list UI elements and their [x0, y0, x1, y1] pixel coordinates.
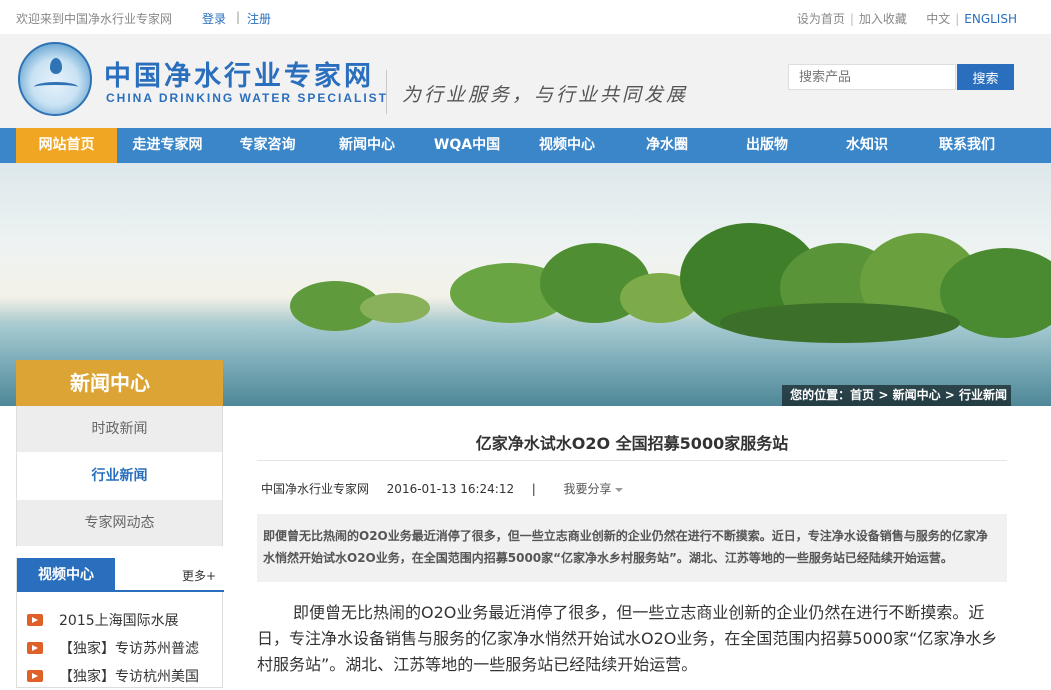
- article-summary: 即便曾无比热闹的O2O业务最近消停了很多，但一些立志商业创新的企业仍然在进行不断…: [257, 514, 1007, 582]
- video-title[interactable]: 【独家】专访杭州美国: [59, 666, 199, 686]
- sidebar-item-politics[interactable]: 时政新闻: [16, 406, 223, 453]
- title-divider: [257, 460, 1007, 461]
- water-drop-icon: [50, 58, 62, 74]
- search-button[interactable]: 搜索: [957, 64, 1014, 90]
- separator: |: [849, 12, 854, 26]
- nav-item-consult[interactable]: 专家咨询: [218, 128, 317, 163]
- video-icon: [27, 614, 43, 626]
- list-item[interactable]: 【独家】专访苏州普滤: [27, 634, 199, 662]
- nav-item-video[interactable]: 视频中心: [517, 128, 617, 163]
- video-title[interactable]: 2015上海国际水展: [59, 610, 179, 630]
- set-home-link[interactable]: 设为首页: [797, 12, 845, 26]
- more-link[interactable]: 更多+: [182, 567, 216, 584]
- main-nav: 网站首页 走进专家网 专家咨询 新闻中心 WQA中国 视频中心 净水圈 出版物 …: [0, 128, 1051, 163]
- video-panel: 视频中心 更多+ 2015上海国际水展 【独家】专访苏州普滤 【独家】专访杭州美…: [16, 558, 224, 690]
- nav-item-home[interactable]: 网站首页: [16, 128, 117, 163]
- header-divider: [386, 70, 387, 114]
- banner-tree: [360, 293, 430, 323]
- top-right-links: 设为首页 | 加入收藏 中文 | ENGLISH: [795, 10, 1019, 27]
- nav-item-news[interactable]: 新闻中心: [317, 128, 417, 163]
- share-label: 我要分享: [563, 482, 612, 496]
- nav-item-contact[interactable]: 联系我们: [917, 128, 1017, 163]
- welcome-text: 欢迎来到中国净水行业专家网: [16, 12, 173, 26]
- video-title[interactable]: 【独家】专访苏州普滤: [59, 638, 199, 658]
- nav-item-about[interactable]: 走进专家网: [117, 128, 218, 163]
- banner-image: 新闻中心 您的位置：首页 > 新闻中心 > 行业新闻: [0, 163, 1051, 406]
- share-button[interactable]: 我要分享: [563, 482, 623, 496]
- section-title: 新闻中心: [16, 360, 223, 406]
- lang-en-link[interactable]: ENGLISH: [964, 12, 1017, 26]
- login-link[interactable]: 登录: [202, 10, 226, 27]
- sidebar-item-industry[interactable]: 行业新闻: [16, 453, 223, 500]
- sidebar-item-updates[interactable]: 专家网动态: [16, 500, 223, 547]
- video-panel-header: 视频中心 更多+: [17, 558, 224, 592]
- banner-tree: [720, 303, 960, 343]
- register-link[interactable]: 注册: [247, 10, 271, 27]
- breadcrumb[interactable]: 您的位置：首页 > 新闻中心 > 行业新闻: [782, 385, 1011, 406]
- article-datetime: 2016-01-13 16:24:12: [386, 482, 515, 496]
- sidebar-menu: 时政新闻 行业新闻 专家网动态: [16, 406, 223, 547]
- logo-subtitle: CHINA DRINKING WATER SPECIALIST: [106, 91, 389, 105]
- article-title: 亿家净水试水O2O 全国招募5000家服务站: [475, 434, 789, 453]
- article-meta: 中国净水行业专家网 2016-01-13 16:24:12 | 我要分享: [261, 480, 623, 497]
- chevron-down-icon: [614, 487, 623, 492]
- logo-emblem-icon[interactable]: [18, 42, 92, 116]
- separator: |: [955, 12, 960, 26]
- article-source: 中国净水行业专家网: [261, 482, 370, 496]
- article-body: 即便曾无比热闹的O2O业务最近消停了很多，但一些立志商业创新的企业仍然在进行不断…: [257, 603, 998, 674]
- meta-separator: |: [531, 482, 536, 496]
- separator: |: [236, 10, 241, 24]
- nav-item-publications[interactable]: 出版物: [717, 128, 817, 163]
- lang-cn-link[interactable]: 中文: [926, 12, 950, 26]
- logo-title[interactable]: 中国净水行业专家网: [104, 54, 374, 93]
- wave-icon: [34, 82, 78, 92]
- nav-item-wqa[interactable]: WQA中国: [417, 128, 517, 163]
- slogan: 为行业服务，与行业共同发展: [402, 84, 689, 106]
- list-item[interactable]: 2015上海国际水展: [27, 606, 199, 634]
- video-icon: [27, 670, 43, 682]
- nav-item-knowledge[interactable]: 水知识: [817, 128, 917, 163]
- video-panel-title[interactable]: 视频中心: [17, 558, 115, 592]
- video-list: 2015上海国际水展 【独家】专访苏州普滤 【独家】专访杭州美国: [27, 606, 199, 690]
- add-favorite-link[interactable]: 加入收藏: [859, 12, 907, 26]
- top-bar: 欢迎来到中国净水行业专家网 登录 | 注册 设为首页 | 加入收藏 中文 | ENGLI…: [0, 0, 1051, 34]
- header: 中国净水行业专家网 CHINA DRINKING WATER SPECIALIS…: [0, 34, 1051, 128]
- nav-item-circle[interactable]: 净水圈: [617, 128, 717, 163]
- video-icon: [27, 642, 43, 654]
- list-item[interactable]: 【独家】专访杭州美国: [27, 662, 199, 690]
- search-input[interactable]: [788, 64, 956, 90]
